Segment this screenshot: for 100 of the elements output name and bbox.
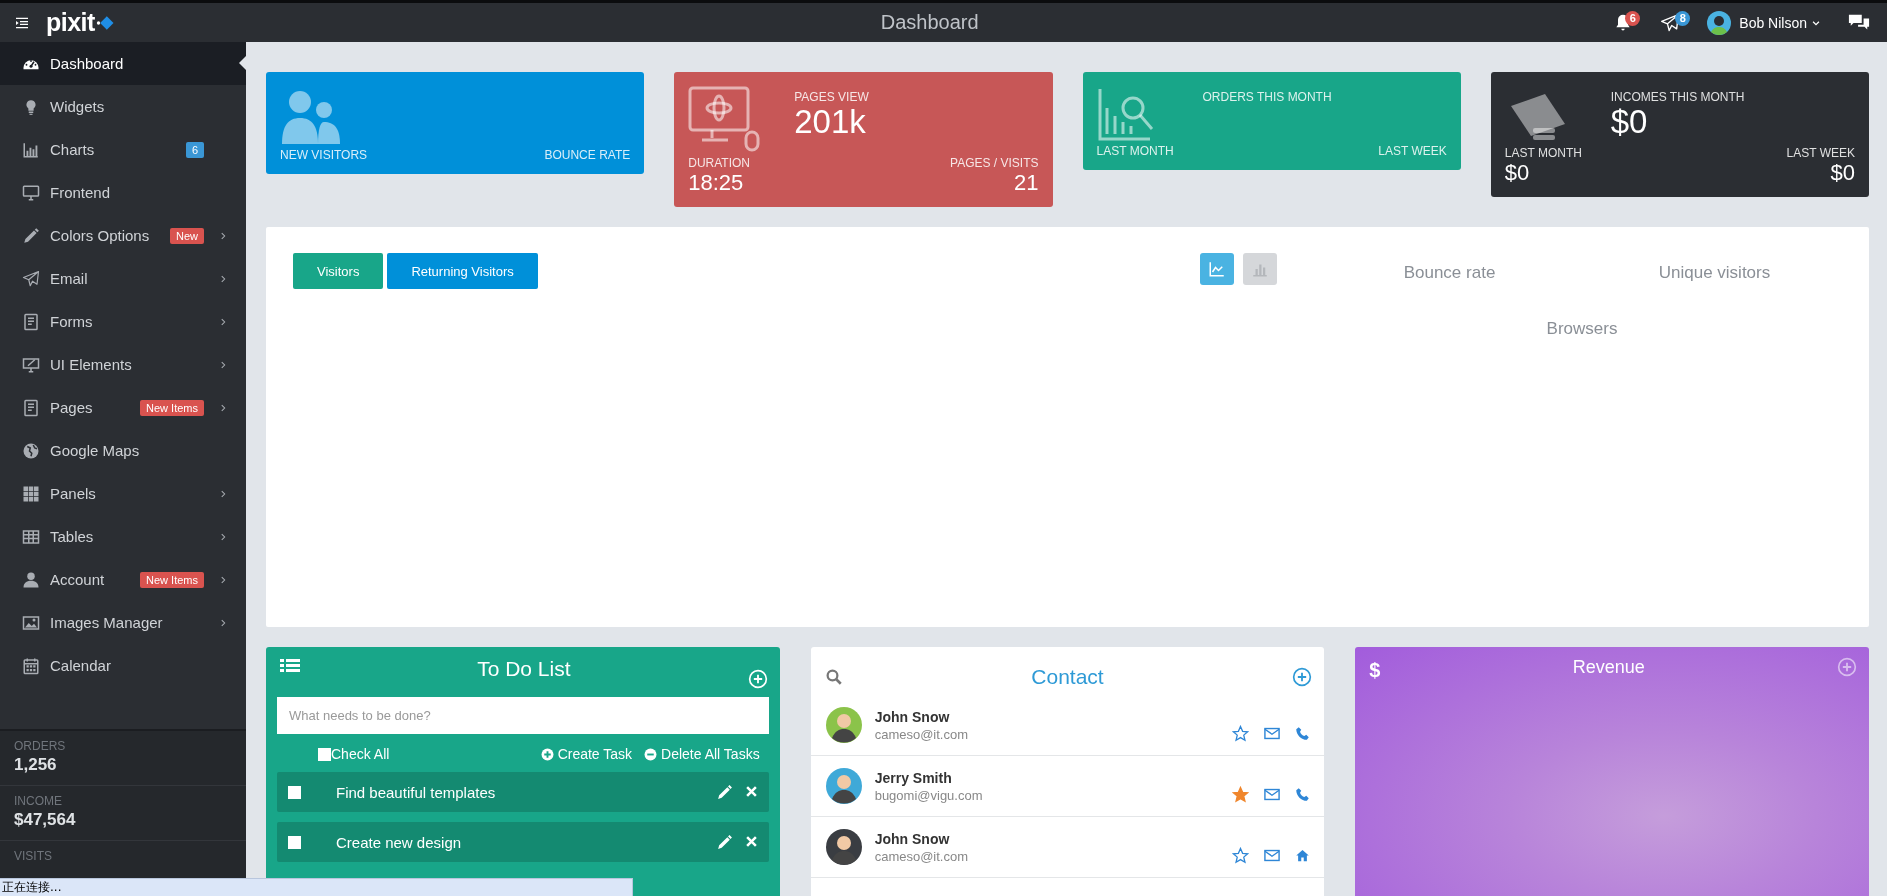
pencil-icon[interactable] [715, 833, 733, 851]
list-icon [280, 657, 300, 675]
sidebar-item[interactable]: Dashboard [0, 42, 246, 85]
avatar-icon [1707, 10, 1732, 35]
notification-count: 6 [1625, 10, 1641, 26]
stat-value: 1,256 [14, 755, 58, 775]
badge: New Items [140, 571, 204, 588]
contact-name: John Snow [874, 708, 951, 725]
paper-plane-icon [22, 269, 40, 288]
monitor-icon [22, 355, 40, 374]
view-toggle[interactable] [1200, 253, 1234, 286]
contact-name: John Snow [874, 830, 951, 847]
calendar-icon [22, 656, 40, 675]
card-label: LAST MONTH [1504, 146, 1582, 160]
metric-label: Browsers [1546, 319, 1618, 340]
panel-title: Contact [1030, 665, 1105, 690]
card-value: $0 [1610, 104, 1649, 141]
checkbox[interactable] [318, 747, 331, 761]
document-icon [22, 312, 40, 331]
avatar-icon [825, 707, 862, 744]
chart-search-icon [1096, 86, 1155, 142]
card-label: LAST WEEK [1786, 146, 1855, 160]
stat-label: VISITS [14, 849, 53, 863]
sidebar-item[interactable]: Tables [0, 515, 246, 558]
avatar-icon [825, 768, 862, 805]
globe-icon [22, 441, 40, 460]
card-label: BOUNCE RATE [544, 148, 631, 162]
badge: 6 [185, 141, 204, 158]
sidebar-item[interactable]: Frontend [0, 171, 246, 214]
home-icon[interactable] [1295, 847, 1311, 863]
card-label: NEW VISITORS [280, 148, 368, 162]
avatar-icon [825, 829, 862, 866]
sidebar-item[interactable]: Colors Options New [0, 214, 246, 257]
search-icon[interactable] [824, 668, 843, 687]
sidebar-item[interactable]: Account New Items [0, 558, 246, 601]
add-icon[interactable] [1292, 667, 1313, 688]
contact-name: Jerry Smith [874, 769, 953, 786]
star-outline-icon[interactable] [1232, 846, 1250, 864]
star-icon[interactable] [1232, 785, 1250, 803]
chevron-icon [218, 273, 228, 284]
pencil-icon [22, 226, 40, 245]
image-icon [22, 613, 40, 632]
chevron-icon [218, 316, 228, 327]
message-count: 8 [1675, 10, 1691, 26]
card-title: INCOMES THIS MONTH [1610, 90, 1745, 104]
task-text: Create new design [336, 833, 463, 851]
contact-email: cameso@it.com [874, 726, 970, 742]
card-value: $0 [1504, 160, 1531, 186]
stat-label: INCOME [14, 794, 63, 808]
card-value: 18:25 [688, 170, 745, 196]
checkbox[interactable] [288, 785, 301, 799]
contact-email: bugomi@vigu.com [874, 787, 984, 803]
chevron-icon [218, 230, 228, 241]
sidebar-item[interactable]: Calendar [0, 644, 246, 687]
phone-icon[interactable] [1295, 725, 1311, 741]
sidebar-item[interactable]: Panels [0, 472, 246, 515]
card-label: LAST WEEK [1378, 144, 1447, 158]
badge: New [170, 227, 204, 244]
sidebar-item[interactable]: Forms [0, 300, 246, 343]
logo-text: pixit [46, 10, 95, 35]
card-value: 201k [794, 104, 867, 141]
card-label: LAST MONTH [1096, 144, 1174, 158]
card-value: $0 [1829, 160, 1855, 186]
chevron-icon [218, 488, 228, 499]
sidebar-item[interactable]: Charts 6 [0, 128, 246, 171]
checkbox[interactable] [288, 835, 301, 849]
phone-icon[interactable] [1295, 786, 1311, 802]
dollar-symbol: $ [1369, 658, 1381, 683]
chevron-icon [218, 402, 228, 413]
chevron-icon [218, 574, 228, 585]
sidebar-item[interactable]: Images Manager [0, 601, 246, 644]
chart-button[interactable]: Returning Visitors [387, 253, 538, 290]
card-label: PAGES / VISITS [950, 156, 1039, 170]
grid-icon [22, 484, 40, 503]
panel-title: To Do List [476, 657, 572, 682]
contact-email: cameso@it.com [874, 848, 970, 864]
plus-circle-icon [540, 747, 554, 761]
chevron-icon [218, 531, 228, 542]
stat-value: $47,564 [14, 810, 77, 830]
star-outline-icon[interactable] [1232, 724, 1250, 742]
metric-label: Bounce rate [1403, 263, 1496, 284]
card-value: 21 [1013, 170, 1039, 196]
sidebar-item[interactable]: Email [0, 257, 246, 300]
card-label: DURATION [688, 156, 751, 170]
page-title: Dashboard [879, 11, 980, 34]
card-title: ORDERS THIS MONTH [1202, 90, 1332, 104]
card-title: PAGES VIEW [794, 90, 869, 104]
sidebar-item[interactable]: Widgets [0, 85, 246, 128]
user-icon [22, 570, 40, 589]
chevron-icon [218, 359, 228, 370]
status-bar: 正在连接... [0, 878, 633, 896]
sidebar-item[interactable]: Pages New Items [0, 386, 246, 429]
badge: New Items [140, 399, 204, 416]
chevron-icon [218, 617, 228, 628]
user-name[interactable]: Bob Nilson [1739, 14, 1821, 31]
view-toggle[interactable] [1243, 253, 1277, 286]
sidebar-item[interactable]: Google Maps [0, 429, 246, 472]
sidebar-item[interactable]: UI Elements [0, 343, 246, 386]
pencil-icon[interactable] [715, 783, 733, 801]
task-input[interactable]: What needs to be done? [277, 697, 769, 735]
